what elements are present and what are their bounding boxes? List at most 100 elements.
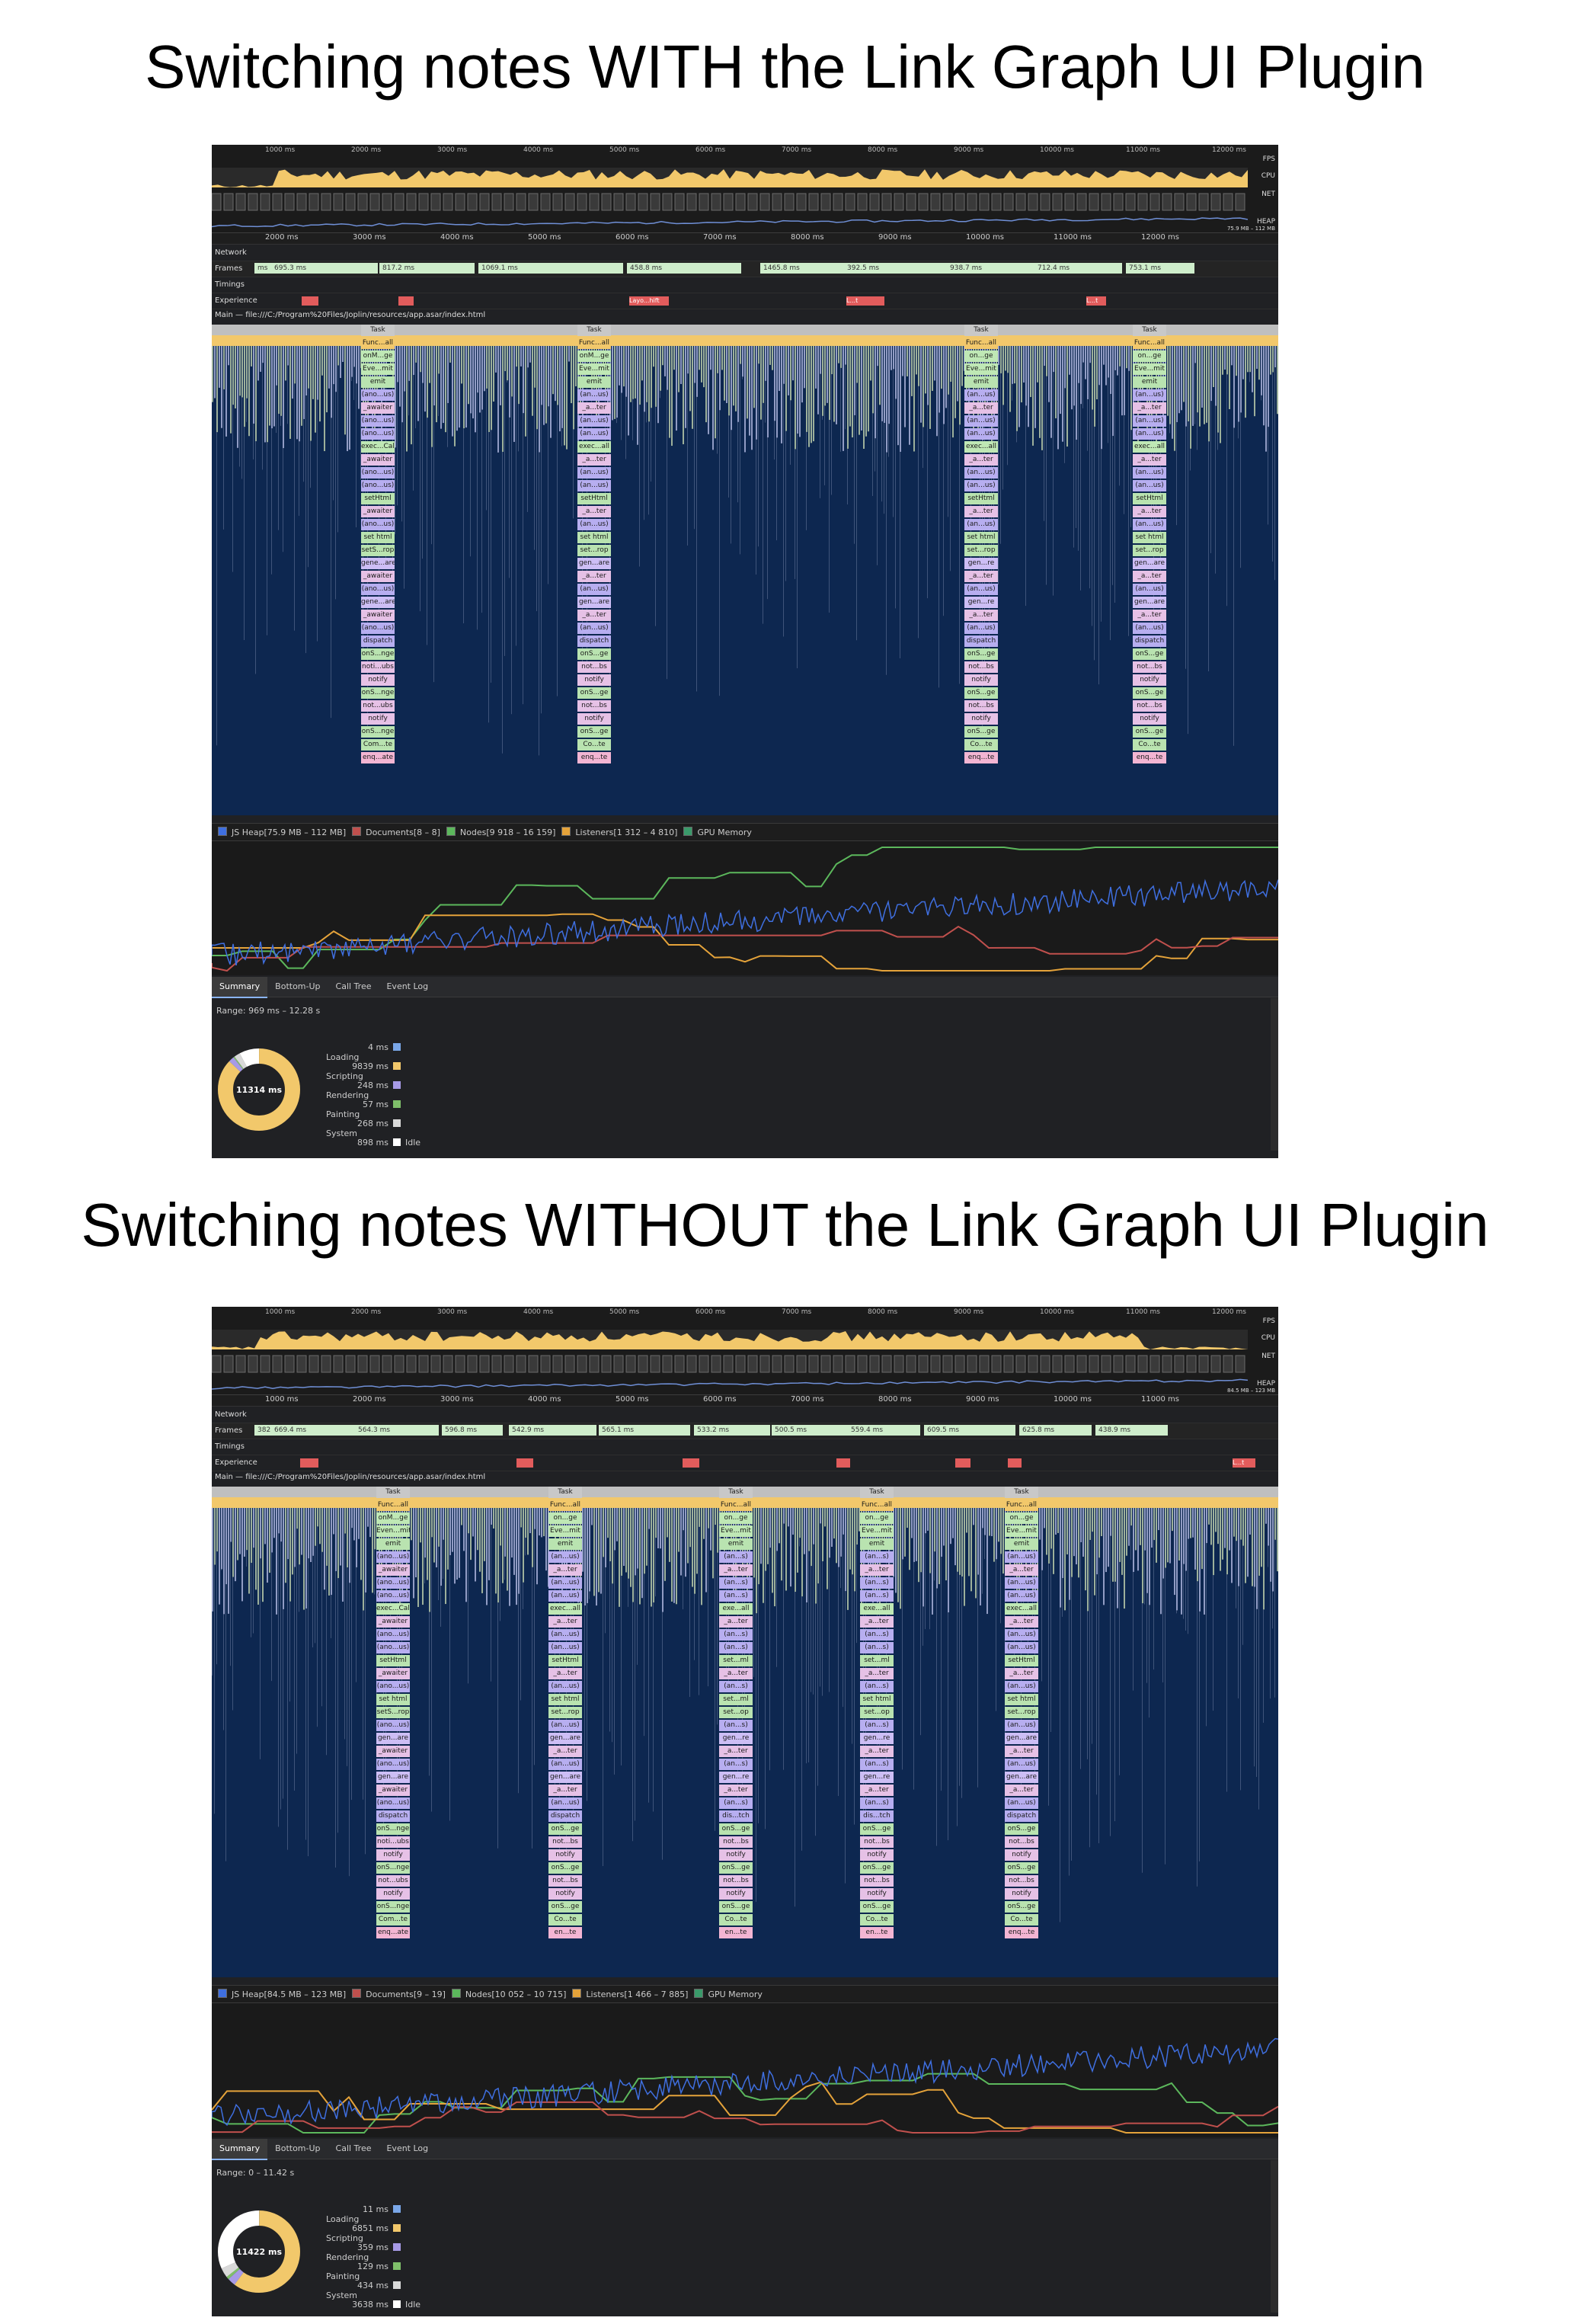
flame-entry[interactable]: notify [860,1888,894,1900]
flame-entry[interactable]: Com...te [376,1914,410,1925]
flame-entry[interactable]: (an...s) [719,1720,753,1731]
flame-entry[interactable]: (an...us) [1005,1629,1038,1641]
flame-entry[interactable]: (ano...us) [376,1720,410,1731]
flame-entry[interactable]: notify [1133,713,1166,725]
flame-entry[interactable]: setHtml [1133,493,1166,504]
flame-entry[interactable]: setHtml [361,493,395,504]
layout-shift-chip[interactable] [836,1458,850,1468]
flame-entry[interactable]: notify [361,713,395,725]
legend-item[interactable]: Nodes[9 918 – 16 159] [446,827,555,837]
flame-entry[interactable]: Func...all [860,1500,894,1511]
frames-track[interactable]: Frames382.9 ms669.4 ms564.3 ms596.8 ms54… [212,1423,1278,1439]
tab-event-log[interactable]: Event Log [379,2139,436,2159]
flame-entry[interactable]: enq...te [1005,1927,1038,1938]
flame-entry[interactable]: gene...are [361,558,395,569]
flame-entry[interactable]: (an...us) [1133,428,1166,440]
flame-entry[interactable]: (an...us) [548,1551,582,1563]
flame-entry[interactable]: setHtml [376,1655,410,1666]
flame-entry[interactable]: onS...ge [1005,1823,1038,1835]
flame-entry[interactable]: not...bs [719,1875,753,1887]
flame-entry[interactable]: onS...ge [577,687,611,699]
flame-entry[interactable]: dispatch [1133,635,1166,647]
flame-entry[interactable]: (an...us) [577,428,611,440]
flame-entry[interactable]: _a...ter [1133,402,1166,414]
flame-entry[interactable]: Eve...mit [860,1525,894,1537]
flame-entry[interactable]: _a...ter [964,402,998,414]
flame-entry[interactable]: gen...are [548,1733,582,1744]
flame-entry[interactable]: notify [1005,1849,1038,1861]
flame-entry[interactable]: emit [719,1538,753,1550]
flame-entry[interactable]: notify [964,674,998,686]
tab-call-tree[interactable]: Call Tree [328,977,379,997]
flame-entry[interactable]: exec...Call [361,441,395,453]
flame-entry[interactable]: (an...us) [1005,1551,1038,1563]
flame-entry[interactable]: (an...us) [548,1642,582,1653]
flame-entry[interactable]: on...ge [1005,1513,1038,1524]
flame-entry[interactable]: emit [964,376,998,388]
flame-column[interactable]: Task Func...all on...ge Eve...mit emit (an...… [719,1487,753,1940]
timings-track[interactable]: Timings [212,277,1278,293]
tab-bottom-up[interactable]: Bottom-Up [267,2139,328,2159]
flame-entry[interactable]: (an...s) [860,1551,894,1563]
flame-entry[interactable]: dis...tch [860,1810,894,1822]
flame-entry[interactable]: (an...us) [964,428,998,440]
flame-entry[interactable]: exec...all [1133,441,1166,453]
flame-entry[interactable]: gen...re [964,558,998,569]
flame-column[interactable]: Task Func...all on...ge Eve...mit emit (an...… [548,1487,582,1940]
flame-entry[interactable]: exec...Call [376,1603,410,1615]
flame-entry[interactable]: onS...ge [577,726,611,738]
layout-shift-chip[interactable]: Layo...hift [629,296,669,306]
legend-item[interactable]: Nodes[10 052 – 10 715] [451,1989,566,1999]
layout-shift-chip[interactable]: L...t [1233,1458,1255,1468]
flame-entry[interactable]: (an...us) [548,1629,582,1641]
flame-entry[interactable]: gen...are [376,1733,410,1744]
flame-entry[interactable]: (ano...us) [361,389,395,401]
flame-entry[interactable]: (an...s) [719,1759,753,1770]
flame-entry[interactable]: (ano...us) [376,1551,410,1563]
flame-entry[interactable]: exec...all [1005,1603,1038,1615]
flame-entry[interactable]: not...bs [1133,661,1166,673]
flame-entry[interactable]: (an...us) [548,1590,582,1602]
legend-item[interactable]: GPU Memory [683,827,752,837]
flame-entry[interactable]: (an...us) [548,1720,582,1731]
flame-entry[interactable]: (an...us) [548,1577,582,1589]
flame-entry[interactable]: gen...are [1133,597,1166,608]
flame-entry[interactable]: (an...s) [719,1797,753,1809]
flame-entry[interactable]: _a...ter [860,1785,894,1796]
flame-entry[interactable]: gen...are [376,1772,410,1783]
flame-entry[interactable]: set...ml [860,1655,894,1666]
flame-entry[interactable]: exec...all [577,441,611,453]
flame-entry[interactable]: Func...all [964,338,998,349]
flame-entry[interactable]: not...bs [860,1875,894,1887]
flame-entry[interactable]: _awaiter [376,1668,410,1679]
flame-entry[interactable]: _a...ter [964,610,998,621]
flame-entry[interactable]: (an...us) [1133,389,1166,401]
flame-entry[interactable]: _awaiter [376,1746,410,1757]
flame-entry[interactable]: (an...us) [964,415,998,427]
flame-entry[interactable]: (an...us) [1133,584,1166,595]
flame-entry[interactable]: enq...te [577,752,611,763]
flame-entry[interactable]: en...te [548,1927,582,1938]
main-thread-flame-chart[interactable]: Main — file:///C:/Program%20Files/Joplin… [212,311,1278,815]
layout-shift-chip[interactable]: L...t [1086,296,1106,306]
flame-entry[interactable]: dispatch [577,635,611,647]
flame-column[interactable]: Task Func...all on...ge Eve...mit emit (an...… [860,1487,894,1940]
flame-entry[interactable]: (an...us) [577,623,611,634]
flame-entry[interactable]: _a...ter [548,1668,582,1679]
flame-entry[interactable]: Co...te [860,1914,894,1925]
flame-entry[interactable]: Eve...mit [577,363,611,375]
flame-entry[interactable]: gen...re [719,1733,753,1744]
flame-entry[interactable]: gen...are [1133,558,1166,569]
flame-entry[interactable]: notify [719,1888,753,1900]
flame-entry[interactable]: (an...us) [1133,623,1166,634]
flame-entry[interactable]: _a...ter [548,1616,582,1628]
legend-item[interactable]: GPU Memory [694,1989,763,1999]
flame-entry[interactable]: (an...us) [548,1681,582,1692]
frame-chip[interactable]: 533.2 ms [694,1425,770,1436]
flame-entry[interactable]: _a...ter [1005,1668,1038,1679]
flame-entry[interactable]: (an...us) [548,1797,582,1809]
frame-chip[interactable]: 753.1 ms [1126,263,1194,274]
flame-entry[interactable]: notify [719,1849,753,1861]
flame-entry[interactable]: (an...us) [1005,1759,1038,1770]
timeline-overview[interactable]: 1000 ms 2000 ms 3000 ms 4000 ms 5000 ms 6000 … [212,1307,1278,1395]
